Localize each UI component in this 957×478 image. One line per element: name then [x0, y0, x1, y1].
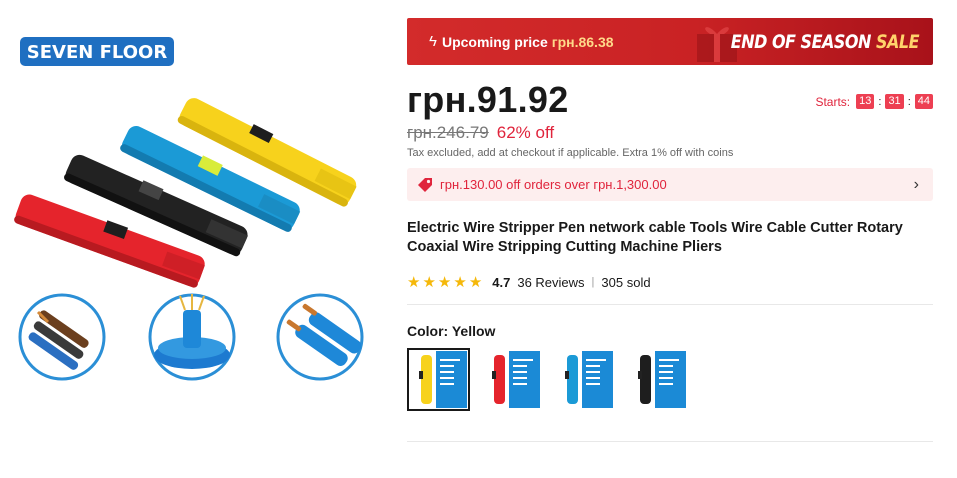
lightning-icon: ϟ: [429, 33, 437, 50]
end-of-season-sale-badge: END OF SEASON SALE: [730, 30, 920, 53]
swatch-thumbnail: [629, 351, 686, 408]
star-rating[interactable]: ★ ★ ★ ★ ★: [407, 273, 484, 291]
price-details: грн.246.79 62% off: [407, 123, 933, 143]
countdown-timer: Starts: 13 : 31 : 44: [815, 94, 933, 109]
tag-icon: [418, 177, 432, 192]
upcoming-price-label: Upcoming price: [441, 33, 548, 50]
divider: [407, 441, 933, 442]
svg-text:SEVEN FLOOR: SEVEN FLOOR: [27, 42, 168, 63]
swatch-thumbnail: [556, 351, 613, 408]
color-label: Color: Yellow: [407, 323, 933, 339]
color-swatch-black[interactable]: [626, 348, 689, 411]
timer-seconds: 44: [914, 94, 933, 109]
product-image[interactable]: SEVEN FLOOR: [0, 0, 384, 402]
star-half-icon: ★: [468, 274, 483, 291]
timer-separator: :: [907, 95, 911, 108]
original-price: грн.246.79: [407, 123, 489, 142]
star-icon: ★: [437, 274, 452, 291]
price-row: грн.91.92 Starts: 13 : 31 : 44: [407, 82, 933, 118]
promo-banner[interactable]: ϟ Upcoming price грн.86.38 END OF SEASON…: [407, 18, 933, 65]
reviews-link[interactable]: 36 Reviews: [517, 275, 584, 290]
swatch-thumbnail: [410, 351, 467, 408]
star-icon: ★: [422, 274, 436, 291]
color-swatch-blue[interactable]: [553, 348, 616, 411]
timer-separator: :: [878, 95, 882, 108]
color-swatches: [407, 348, 933, 411]
cable-circle-1: [18, 293, 106, 381]
upcoming-price-value: грн.86.38: [551, 33, 614, 50]
separator: |: [591, 276, 595, 288]
tax-note: Tax excluded, add at checkout if applica…: [407, 147, 734, 159]
coupon-text: грн.130.00 off orders over грн.1,300.00: [440, 177, 667, 192]
color-label-text: Color:: [407, 323, 449, 339]
color-swatch-red[interactable]: [480, 348, 543, 411]
timer-label: Starts:: [815, 94, 851, 109]
cable-circle-3: [276, 293, 364, 381]
rating-row: ★ ★ ★ ★ ★ 4.7 36 Reviews | 305 sold: [407, 273, 933, 291]
chevron-right-icon: ›: [913, 175, 919, 193]
product-title: Electric Wire Stripper Pen network cable…: [407, 220, 903, 255]
sold-count: 305 sold: [601, 274, 651, 290]
timer-minutes: 31: [885, 94, 904, 109]
selected-color: Yellow: [451, 323, 496, 339]
star-icon: ★: [407, 274, 421, 291]
product-info-panel: ϟ Upcoming price грн.86.38 END OF SEASON…: [407, 18, 933, 442]
star-icon: ★: [453, 274, 467, 291]
cable-circle-2: [148, 293, 236, 381]
brand-logo: SEVEN FLOOR: [20, 37, 174, 66]
product-photo: SEVEN FLOOR: [14, 37, 364, 381]
coupon-bar[interactable]: грн.130.00 off orders over грн.1,300.00 …: [407, 168, 933, 201]
divider: [407, 304, 933, 305]
color-swatch-yellow[interactable]: [407, 348, 470, 411]
rating-value: 4.7: [492, 274, 511, 290]
timer-hours: 13: [856, 94, 875, 109]
swatch-thumbnail: [483, 351, 540, 408]
discount-percent: 62% off: [496, 123, 555, 142]
